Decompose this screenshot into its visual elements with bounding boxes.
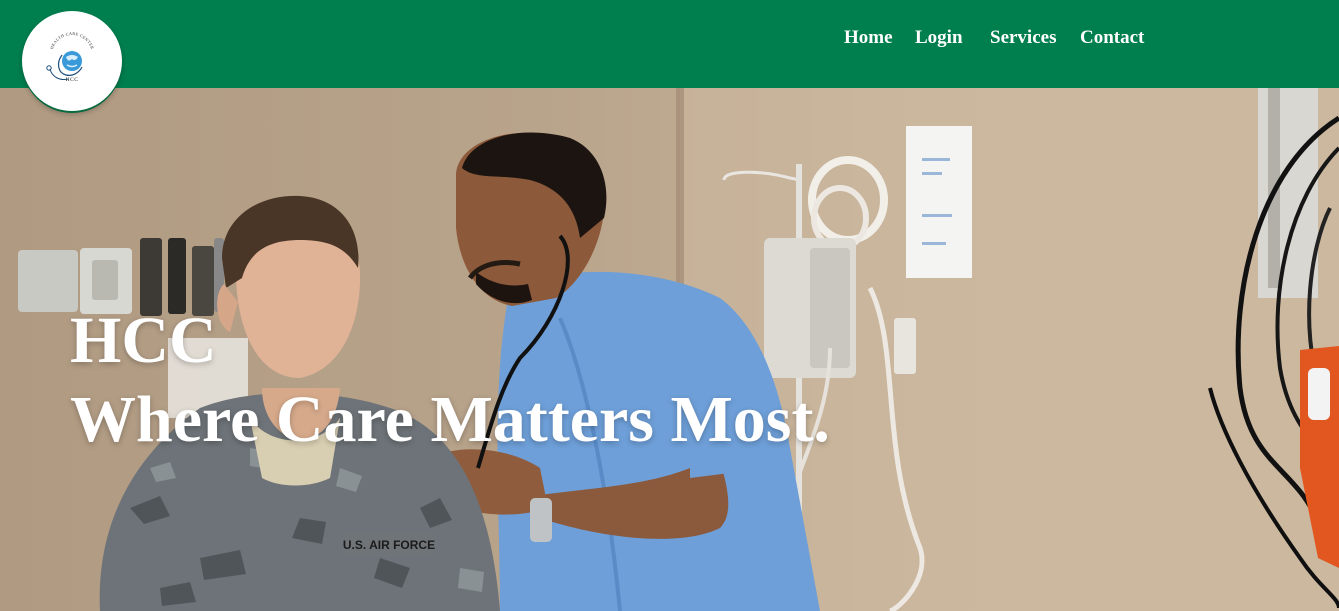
stethoscope-globe-icon: HEALTH CARE CENTER <box>46 31 95 80</box>
logo-text: HCC <box>65 77 79 83</box>
hero-tagline: Where Care Matters Most. <box>70 383 830 456</box>
hero-heading: HCC Where Care Matters Most. <box>70 305 830 463</box>
hero-banner: U.S. AIR FORCE HCC Where Care Matters Mo… <box>0 88 1339 611</box>
nav-link-home[interactable]: Home <box>844 27 893 49</box>
logo-arc-text: HEALTH CARE CENTER <box>49 31 95 50</box>
site-logo[interactable]: HEALTH CARE CENTER HCC <box>22 11 122 111</box>
nav-link-services[interactable]: Services <box>990 27 1056 49</box>
uniform-tag: U.S. AIR FORCE <box>343 538 435 552</box>
nav-link-contact[interactable]: Contact <box>1080 27 1144 49</box>
svg-text:HEALTH CARE CENTER: HEALTH CARE CENTER <box>49 31 95 50</box>
nav-link-login[interactable]: Login <box>915 27 963 49</box>
hero-title: HCC <box>70 304 217 377</box>
top-navbar: Home Login Services Contact <box>0 0 1339 88</box>
